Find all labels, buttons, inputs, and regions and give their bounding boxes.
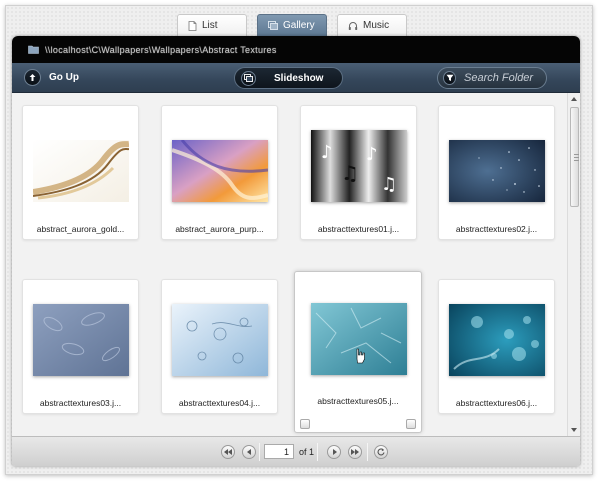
next-page-icon	[332, 449, 337, 455]
thumbnail-image: ♪ ♫ ♪ ♫	[311, 130, 407, 202]
prev-page-icon	[246, 449, 251, 455]
thumbnail-image	[449, 140, 545, 202]
tab-gallery-label: Gallery	[283, 20, 315, 31]
pagination-bar: of 1	[12, 436, 580, 466]
tab-gallery[interactable]: Gallery	[257, 14, 327, 36]
prev-page-button[interactable]	[242, 445, 256, 459]
headphones-icon	[348, 21, 358, 30]
first-page-button[interactable]	[221, 445, 235, 459]
thumbnail-image	[449, 304, 545, 376]
file-name: abstracttextures06.j...	[455, 398, 538, 408]
scrollbar-thumb[interactable]	[570, 107, 579, 207]
slideshow-button[interactable]: Slideshow	[234, 67, 343, 89]
gallery-item[interactable]: abstracttextures03.j...	[22, 279, 139, 414]
slideshow-label: Slideshow	[274, 72, 324, 84]
file-name: abstracttextures04.j...	[178, 398, 261, 408]
document-icon	[188, 20, 197, 31]
file-name: abstracttextures02.j...	[455, 224, 538, 234]
filter-icon	[443, 71, 456, 85]
scroll-down-icon[interactable]	[571, 428, 577, 432]
tab-list[interactable]: List	[177, 14, 247, 36]
gallery-item-hovered[interactable]: abstracttextures05.j...	[294, 271, 422, 433]
current-path: \\localhost\C\Wallpapers\Wallpapers\Abst…	[45, 44, 277, 55]
vertical-scrollbar[interactable]	[567, 93, 580, 436]
search-box[interactable]	[437, 67, 547, 89]
gallery-icon	[268, 21, 278, 30]
search-input[interactable]	[464, 72, 546, 84]
file-name: abstracttextures05.j...	[317, 396, 399, 406]
thumbnail-image	[33, 304, 129, 376]
file-name: abstract_aurora_gold...	[36, 224, 125, 234]
refresh-button[interactable]	[374, 445, 388, 459]
thumbnail-image	[33, 140, 129, 202]
path-bar: \\localhost\C\Wallpapers\Wallpapers\Abst…	[12, 36, 580, 63]
file-name: abstracttextures01.j...	[317, 224, 400, 234]
last-page-button[interactable]	[348, 445, 362, 459]
gallery-item[interactable]: abstracttextures04.j...	[161, 279, 278, 414]
tab-list-label: List	[202, 20, 218, 31]
item-select-button[interactable]	[300, 419, 310, 429]
file-name: abstract_aurora_purp...	[175, 224, 264, 234]
item-menu-button[interactable]	[406, 419, 416, 429]
thumbnail-image	[172, 140, 268, 202]
page-number-input[interactable]	[264, 444, 294, 459]
gallery-window: \\localhost\C\Wallpapers\Wallpapers\Abst…	[12, 36, 580, 466]
tab-music[interactable]: Music	[337, 14, 407, 36]
gallery-item[interactable]: abstract_aurora_gold...	[22, 105, 139, 240]
refresh-icon	[377, 448, 385, 456]
thumbnail-image	[172, 304, 268, 376]
tab-music-label: Music	[363, 20, 390, 31]
toolbar: Go Up Slideshow	[12, 63, 580, 93]
last-page-icon	[351, 449, 359, 455]
svg-text:♫: ♫	[381, 174, 397, 195]
gallery-item[interactable]: ♪ ♫ ♪ ♫ abstracttextures01.j...	[300, 105, 417, 240]
svg-text:♪: ♪	[366, 144, 378, 165]
svg-text:♫: ♫	[341, 161, 359, 185]
gallery-item[interactable]: abstracttextures06.j...	[438, 279, 555, 414]
next-page-button[interactable]	[327, 445, 341, 459]
page-count-label: of 1	[299, 447, 315, 457]
slideshow-icon	[241, 70, 256, 86]
app-frame: List Gallery Music \\localhost\C\Wallpap…	[5, 5, 593, 475]
gallery-item[interactable]: abstract_aurora_purp...	[161, 105, 278, 240]
svg-text:♪: ♪	[321, 142, 333, 163]
gallery-grid: abstract_aurora_gold... abstract_aurora_…	[12, 93, 567, 436]
gallery-item[interactable]: abstracttextures02.j...	[438, 105, 555, 240]
go-up-icon	[24, 69, 41, 86]
file-name: abstracttextures03.j...	[39, 398, 122, 408]
go-up-button[interactable]: Go Up	[24, 69, 79, 86]
scroll-up-icon[interactable]	[571, 97, 577, 101]
view-tabs: List Gallery Music	[177, 14, 417, 36]
go-up-label: Go Up	[49, 72, 79, 83]
thumbnail-image	[311, 303, 407, 375]
folder-icon	[28, 45, 39, 54]
first-page-icon	[224, 449, 232, 455]
